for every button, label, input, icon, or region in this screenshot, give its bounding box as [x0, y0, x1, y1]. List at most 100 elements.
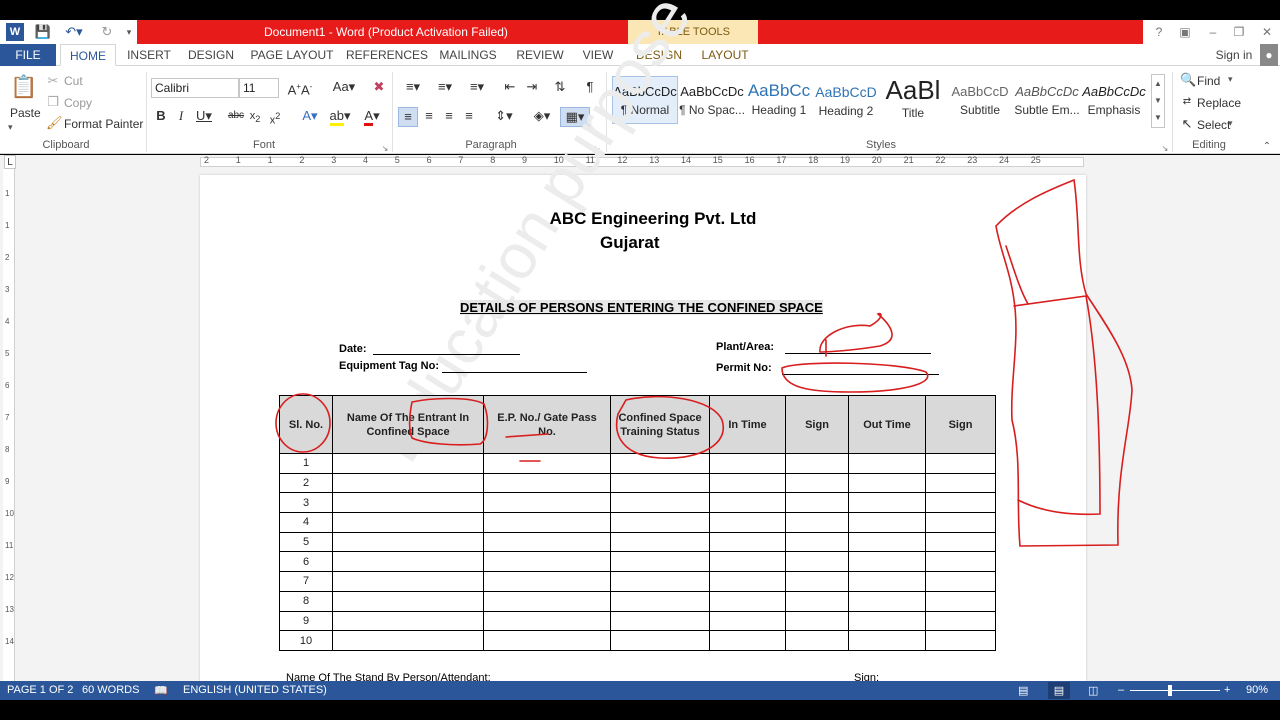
- restore-icon[interactable]: ❐: [1230, 23, 1248, 41]
- select-dropdown-icon[interactable]: ▾: [1228, 118, 1233, 129]
- table-cell[interactable]: [483, 630, 611, 651]
- style-subtitle[interactable]: AaBbCcD Subtitle: [947, 76, 1013, 124]
- table-row[interactable]: 7: [279, 571, 996, 592]
- row-number[interactable]: 7: [279, 571, 333, 592]
- text-effects-icon[interactable]: A▾: [296, 107, 324, 125]
- table-cell[interactable]: [848, 551, 926, 573]
- table-row[interactable]: 3: [279, 492, 996, 514]
- table-cell[interactable]: [483, 512, 611, 533]
- table-cell[interactable]: [848, 610, 926, 632]
- row-number[interactable]: 4: [279, 512, 333, 533]
- cut-button[interactable]: Cut: [64, 74, 83, 88]
- row-number[interactable]: 3: [279, 492, 333, 514]
- table-cell[interactable]: [785, 492, 849, 514]
- table-row[interactable]: 4: [279, 512, 996, 533]
- document-page[interactable]: Education purpose only ABC Engineering P…: [200, 0, 1086, 684]
- table-cell[interactable]: [610, 472, 710, 494]
- style-heading-1[interactable]: AaBbCc Heading 1: [746, 76, 812, 124]
- read-mode-icon[interactable]: ▤: [1018, 684, 1028, 697]
- table-cell[interactable]: [785, 512, 849, 533]
- table-cell[interactable]: [709, 551, 786, 573]
- table-cell[interactable]: [709, 512, 786, 533]
- increase-indent-icon[interactable]: ⇥: [524, 78, 540, 96]
- paste-dropdown-icon[interactable]: ▾: [8, 122, 13, 133]
- font-color-icon[interactable]: A▾: [358, 107, 386, 126]
- table-cell[interactable]: [709, 590, 786, 612]
- table-cell[interactable]: [483, 610, 611, 632]
- plant-area-field-line[interactable]: [785, 353, 931, 354]
- table-cell[interactable]: [610, 531, 710, 553]
- paste-button[interactable]: Paste: [10, 106, 41, 120]
- table-cell[interactable]: [483, 472, 611, 494]
- style-emphasis[interactable]: AaBbCcDc Emphasis: [1081, 76, 1147, 124]
- help-icon[interactable]: ?: [1150, 23, 1168, 41]
- vertical-ruler[interactable]: 1 1 2 3 4 5 6 7 8 9 10 11 12 13 14: [3, 169, 15, 681]
- table-cell[interactable]: [709, 610, 786, 632]
- row-number[interactable]: 1: [279, 453, 333, 474]
- format-painter-button[interactable]: Format Painter: [64, 117, 143, 131]
- font-size-select[interactable]: 11: [239, 78, 279, 98]
- table-cell[interactable]: [483, 531, 611, 553]
- table-cell[interactable]: [709, 453, 786, 474]
- page-count[interactable]: PAGE 1 OF 2: [7, 684, 73, 696]
- change-case-icon[interactable]: Aa▾: [330, 78, 358, 96]
- bullets-icon[interactable]: ≡▾: [400, 78, 426, 96]
- tab-insert[interactable]: INSERT: [122, 44, 176, 66]
- subscript-icon[interactable]: x2: [248, 107, 262, 128]
- line-spacing-icon[interactable]: ⇕▾: [490, 107, 518, 125]
- tab-review[interactable]: REVIEW: [512, 44, 568, 66]
- table-cell[interactable]: [483, 551, 611, 573]
- table-cell[interactable]: [785, 610, 849, 632]
- table-cell[interactable]: [332, 531, 484, 553]
- table-cell[interactable]: [610, 551, 710, 573]
- table-cell[interactable]: [925, 571, 996, 592]
- table-cell[interactable]: [610, 590, 710, 612]
- table-cell[interactable]: [332, 472, 484, 494]
- tab-table-layout[interactable]: LAYOUT: [696, 44, 754, 66]
- table-cell[interactable]: [785, 571, 849, 592]
- table-cell[interactable]: [925, 531, 996, 553]
- table-cell[interactable]: [925, 551, 996, 573]
- bold-icon[interactable]: B: [154, 107, 168, 125]
- style-subtle-emphasis[interactable]: AaBbCcDc Subtle Em...: [1014, 76, 1080, 124]
- table-cell[interactable]: [709, 472, 786, 494]
- table-cell[interactable]: [848, 453, 926, 474]
- strikethrough-icon[interactable]: abc: [226, 107, 246, 125]
- replace-icon[interactable]: ⇄: [1180, 93, 1194, 111]
- table-cell[interactable]: [785, 453, 849, 474]
- superscript-icon[interactable]: x2: [268, 107, 282, 130]
- tab-mailings[interactable]: MAILINGS: [434, 44, 502, 66]
- table-row[interactable]: 2: [279, 472, 996, 494]
- table-cell[interactable]: [709, 571, 786, 592]
- table-cell[interactable]: [848, 590, 926, 612]
- zoom-out-icon[interactable]: –: [1118, 684, 1124, 696]
- zoom-in-icon[interactable]: +: [1224, 684, 1230, 696]
- table-cell[interactable]: [332, 512, 484, 533]
- table-cell[interactable]: [483, 590, 611, 612]
- table-row[interactable]: 10: [279, 630, 996, 651]
- find-dropdown-icon[interactable]: ▾: [1228, 74, 1233, 85]
- align-left-icon[interactable]: ≡: [398, 107, 418, 127]
- copy-icon[interactable]: ❐: [46, 93, 60, 111]
- table-cell[interactable]: [709, 630, 786, 651]
- language[interactable]: ENGLISH (UNITED STATES): [183, 684, 327, 696]
- table-cell[interactable]: [610, 571, 710, 592]
- undo-icon[interactable]: ↶▾: [62, 23, 86, 41]
- table-cell[interactable]: [610, 492, 710, 514]
- table-cell[interactable]: [785, 590, 849, 612]
- table-cell[interactable]: [925, 630, 996, 651]
- table-cell[interactable]: [332, 610, 484, 632]
- row-number[interactable]: 10: [279, 630, 333, 651]
- table-cell[interactable]: [925, 610, 996, 632]
- redo-icon[interactable]: ↻: [98, 23, 116, 41]
- select-icon[interactable]: ↖: [1180, 115, 1194, 133]
- copy-button[interactable]: Copy: [64, 96, 92, 110]
- table-cell[interactable]: [610, 453, 710, 474]
- table-cell[interactable]: [848, 531, 926, 553]
- find-icon[interactable]: 🔍: [1180, 71, 1196, 89]
- italic-icon[interactable]: I: [174, 107, 188, 125]
- paste-icon[interactable]: 📋: [10, 72, 38, 102]
- customize-qat-icon[interactable]: ▾: [124, 23, 134, 41]
- avatar[interactable]: ●: [1260, 44, 1278, 66]
- table-cell[interactable]: [925, 492, 996, 514]
